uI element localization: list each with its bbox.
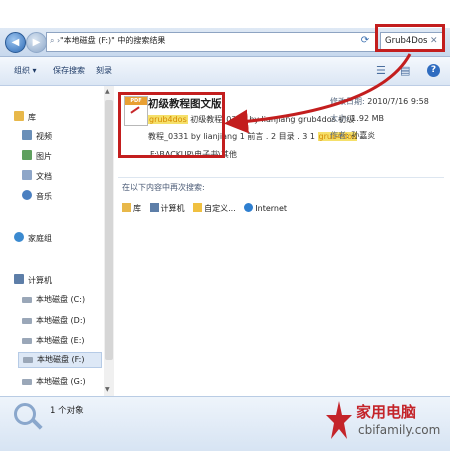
nav-item-computer[interactable]: 计算机: [14, 274, 52, 288]
details-pane: 1 个对象 家用电脑 cbifamily.com: [0, 396, 450, 451]
search-again-label: 在以下内容中再次搜索:: [122, 183, 205, 192]
explorer-window: ◀ ▶ ⌕ › "本地磁盘 (F:)" 中的搜索结果 ⟳ Grub4Dos ✕ …: [0, 0, 450, 451]
watermark-url: cbifamily.com: [358, 423, 441, 437]
view-options-icon[interactable]: ☰: [376, 63, 386, 79]
divider: [118, 177, 444, 178]
navigation-pane: 库 视频 图片 文档 音乐 家庭组 计算机 本地磁盘 (C:) 本地磁盘 (D:…: [0, 86, 105, 396]
nav-item-drive-g[interactable]: 本地磁盘 (G:): [22, 375, 86, 389]
picture-icon: [22, 150, 32, 160]
nav-item-drive-e[interactable]: 本地磁盘 (E:): [22, 334, 85, 348]
homegroup-icon: [14, 232, 24, 242]
refresh-icon[interactable]: ⟳: [356, 32, 374, 50]
highlight-box-search: [375, 24, 445, 52]
address-search-icon: ⌕ ›: [50, 36, 61, 45]
nav-scrollbar[interactable]: ▲ ▼: [104, 86, 114, 396]
command-toolbar: 组织 ▾ 保存搜索 刻录 ☰ ▤ ?: [0, 57, 450, 86]
nav-item-drive-f[interactable]: 本地磁盘 (F:): [18, 352, 102, 368]
nav-item-library[interactable]: 库: [14, 111, 36, 125]
computer-icon: [14, 274, 24, 284]
custom-folder-icon: [193, 203, 203, 212]
nav-item-pictures[interactable]: 图片: [22, 150, 52, 164]
highlight-box-result: [118, 92, 225, 158]
nav-item-drive-d[interactable]: 本地磁盘 (D:): [22, 314, 86, 328]
nav-item-drive-c[interactable]: 本地磁盘 (C:): [22, 293, 85, 307]
search-results-pane: PDF 初级教程图文版 grub4dos 初级教程_0331 by lianji…: [114, 86, 450, 396]
document-icon: [22, 170, 32, 180]
result-author: 作者: 孙嘉炎: [330, 131, 376, 140]
back-button[interactable]: ◀: [5, 32, 26, 53]
nav-item-video[interactable]: 视频: [22, 130, 52, 144]
nav-item-documents[interactable]: 文档: [22, 170, 52, 184]
scrollbar-thumb[interactable]: [105, 100, 113, 360]
search-again-custom[interactable]: 自定义...: [193, 203, 236, 214]
drive-icon: [22, 338, 32, 344]
result-modified: 修改日期: 2010/7/16 9:58: [330, 97, 429, 106]
help-icon[interactable]: ?: [427, 64, 440, 77]
scroll-up-icon[interactable]: ▲: [105, 88, 110, 95]
drive-icon: [23, 357, 33, 363]
forward-button[interactable]: ▶: [26, 32, 47, 53]
nav-item-music[interactable]: 音乐: [22, 190, 52, 204]
video-icon: [22, 130, 32, 140]
internet-icon: [244, 203, 254, 212]
search-again-links: 库 计算机 自定义... Internet: [122, 203, 293, 214]
search-again-computer[interactable]: 计算机: [149, 203, 185, 214]
organize-button[interactable]: 组织 ▾: [14, 57, 37, 85]
drive-icon: [22, 318, 32, 324]
item-count: 1 个对象: [50, 406, 84, 416]
address-text: "本地磁盘 (F:)" 中的搜索结果: [60, 36, 166, 45]
watermark-brand: 家用电脑: [356, 403, 417, 421]
scroll-down-icon[interactable]: ▼: [105, 386, 110, 393]
library-icon: [14, 111, 24, 121]
music-icon: [22, 190, 32, 200]
computer-icon: [149, 203, 159, 212]
library-icon: [122, 203, 131, 212]
search-again-internet[interactable]: Internet: [244, 203, 287, 213]
search-magnifier-handle: [31, 418, 43, 430]
nav-item-homegroup[interactable]: 家庭组: [14, 232, 52, 246]
drive-icon: [22, 379, 32, 385]
preview-pane-icon[interactable]: ▤: [400, 63, 410, 79]
burn-button[interactable]: 刻录: [96, 57, 112, 85]
save-search-button[interactable]: 保存搜索: [53, 57, 85, 85]
result-size: 大小: 1.92 MB: [330, 114, 384, 123]
drive-icon: [22, 297, 32, 303]
watermark-logo-icon: [326, 401, 352, 439]
search-again-library[interactable]: 库: [122, 203, 141, 214]
